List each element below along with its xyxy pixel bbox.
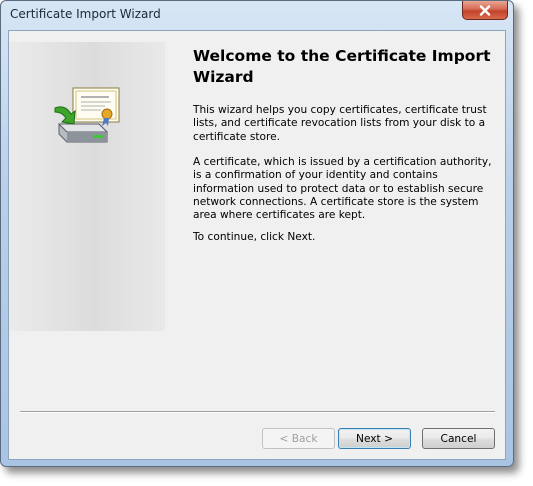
close-button[interactable] [462, 1, 508, 20]
cancel-button[interactable]: Cancel [422, 428, 495, 449]
certificate-description-paragraph: A certificate, which is issued by a cert… [193, 156, 492, 222]
intro-paragraph: This wizard helps you copy certificates,… [193, 104, 487, 143]
next-button[interactable]: Next > [338, 428, 411, 449]
window-title: Certificate Import Wizard [10, 7, 161, 21]
side-panel [9, 42, 165, 331]
certificate-import-icon [54, 87, 120, 143]
close-icon [479, 4, 491, 16]
button-divider [20, 411, 495, 413]
wizard-content: Welcome to the Certificate Import Wizard… [8, 30, 506, 460]
title-bar[interactable]: Certificate Import Wizard [1, 1, 513, 29]
back-button[interactable]: < Back [262, 428, 335, 449]
wizard-window: Certificate Import Wizard Welcome to the… [0, 0, 514, 467]
continue-instruction: To continue, click Next. [193, 231, 316, 243]
wizard-heading: Welcome to the Certificate Import Wizard [193, 47, 491, 86]
